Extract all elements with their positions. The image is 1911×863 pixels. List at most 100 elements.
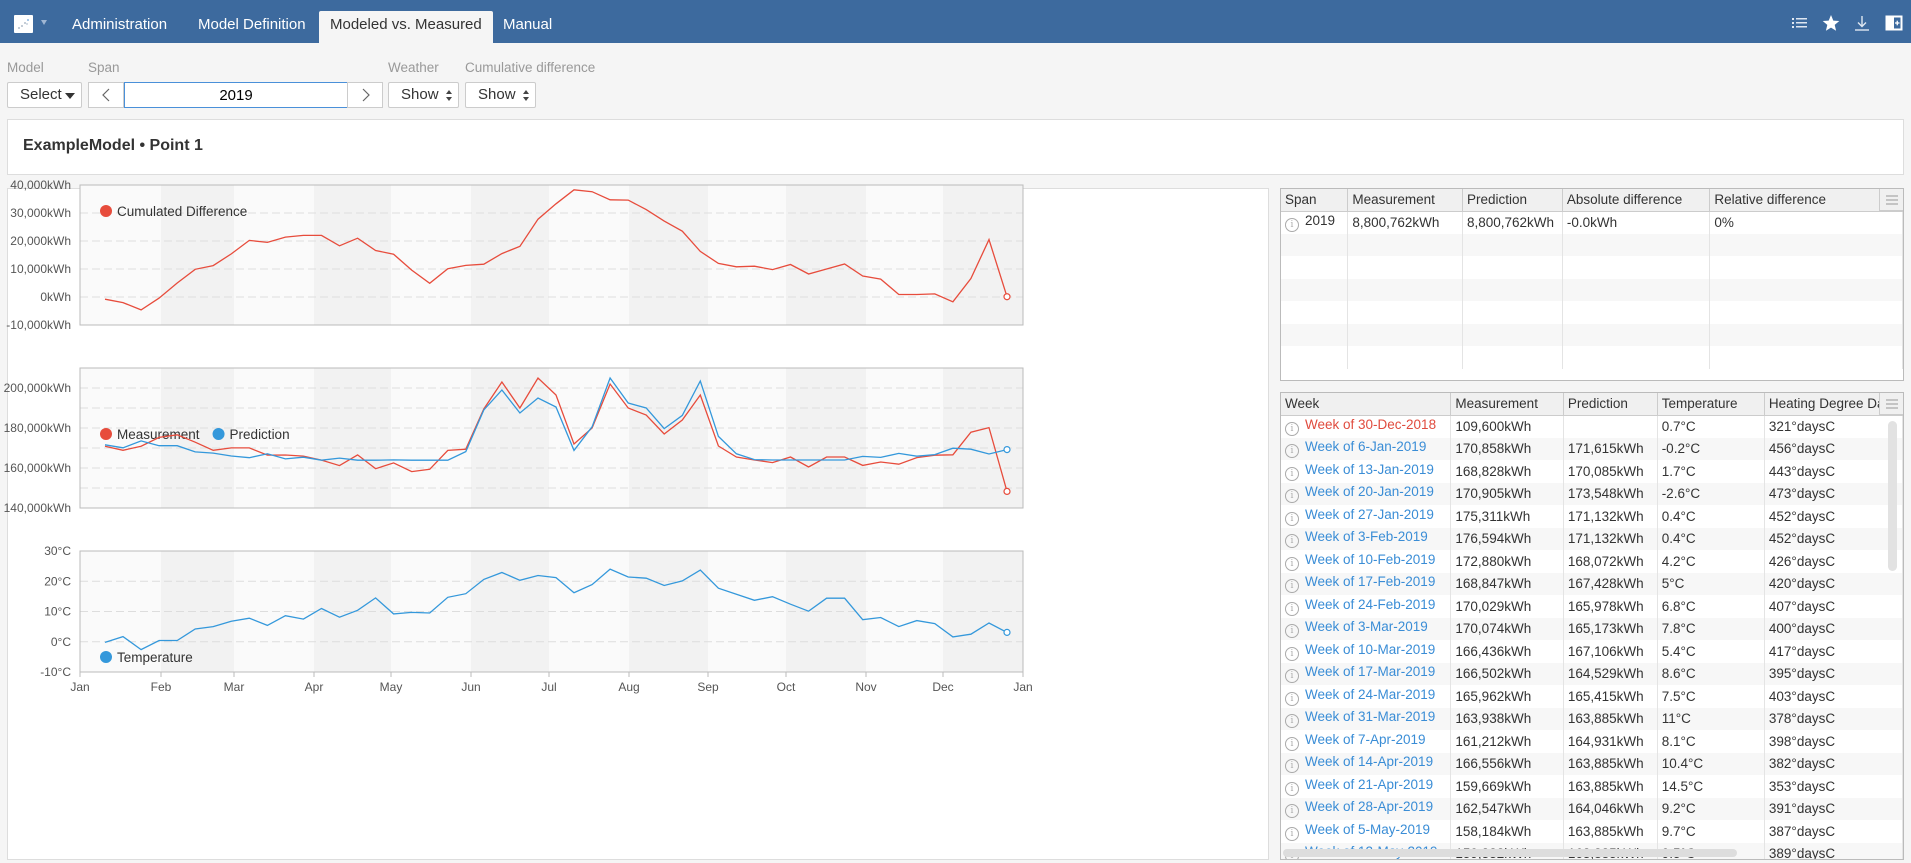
horizontal-scrollbar[interactable]: [1283, 849, 1737, 857]
column-header[interactable]: Week: [1281, 393, 1451, 415]
table-cell: 165,978kWh: [1563, 595, 1657, 618]
info-icon[interactable]: i: [1285, 827, 1299, 841]
week-link[interactable]: Week of 21-Apr-2019: [1305, 777, 1433, 792]
y-tick-label: 30°C: [44, 544, 71, 558]
table-cell: 0.4°C: [1657, 505, 1764, 528]
table-row[interactable]: iWeek of 30-Dec-2018109,600kWh0.7°C321°d…: [1281, 415, 1903, 438]
list-icon[interactable]: [1791, 14, 1809, 32]
table-row[interactable]: iWeek of 7-Apr-2019161,212kWh164,931kWh8…: [1281, 730, 1903, 753]
week-link[interactable]: Week of 30-Dec-2018: [1305, 417, 1436, 432]
table-cell: [1462, 256, 1562, 279]
table-row[interactable]: iWeek of 10-Mar-2019166,436kWh167,106kWh…: [1281, 640, 1903, 663]
week-link[interactable]: Week of 17-Feb-2019: [1305, 574, 1435, 589]
cell-value: 10.4°C: [1662, 756, 1703, 771]
star-icon[interactable]: [1822, 14, 1840, 32]
week-link[interactable]: Week of 10-Feb-2019: [1305, 552, 1435, 567]
week-link[interactable]: Week of 14-Apr-2019: [1305, 754, 1433, 769]
info-icon[interactable]: i: [1285, 467, 1299, 481]
week-link[interactable]: Week of 27-Jan-2019: [1305, 507, 1434, 522]
week-link[interactable]: Week of 10-Mar-2019: [1305, 642, 1435, 657]
info-icon[interactable]: i: [1285, 489, 1299, 503]
column-header[interactable]: Measurement: [1348, 189, 1463, 211]
column-header[interactable]: Absolute difference: [1562, 189, 1710, 211]
week-link[interactable]: Week of 13-Jan-2019: [1305, 462, 1434, 477]
week-link[interactable]: Week of 17-Mar-2019: [1305, 664, 1435, 679]
table-row[interactable]: iWeek of 24-Mar-2019165,962kWh165,415kWh…: [1281, 685, 1903, 708]
cell-value: 452°daysC: [1769, 509, 1835, 524]
table-row[interactable]: iWeek of 17-Feb-2019168,847kWh167,428kWh…: [1281, 573, 1903, 596]
table-cell: 170,085kWh: [1563, 460, 1657, 483]
table-row[interactable]: iWeek of 13-Jan-2019168,828kWh170,085kWh…: [1281, 460, 1903, 483]
info-icon[interactable]: i: [1285, 422, 1299, 436]
table-row[interactable]: iWeek of 14-Apr-2019166,556kWh163,885kWh…: [1281, 753, 1903, 776]
table-row[interactable]: i20198,800,762kWh8,800,762kWh-0.0kWh0%: [1281, 211, 1903, 234]
download-icon[interactable]: [1853, 14, 1871, 32]
info-icon[interactable]: i: [1285, 579, 1299, 593]
column-header[interactable]: Prediction: [1462, 189, 1562, 211]
table-row[interactable]: iWeek of 20-Jan-2019170,905kWh173,548kWh…: [1281, 483, 1903, 506]
cell-value: 9.2°C: [1662, 801, 1696, 816]
summary-table-menu-icon[interactable]: [1879, 189, 1903, 211]
table-row[interactable]: iWeek of 6-Jan-2019170,858kWh171,615kWh-…: [1281, 438, 1903, 461]
cell-value: 2019: [1305, 213, 1335, 228]
info-icon[interactable]: i: [1285, 602, 1299, 616]
info-icon[interactable]: i: [1285, 737, 1299, 751]
week-link[interactable]: Week of 6-Jan-2019: [1305, 439, 1426, 454]
cell-value: 171,615kWh: [1568, 441, 1644, 456]
info-icon[interactable]: i: [1285, 804, 1299, 818]
table-row[interactable]: iWeek of 28-Apr-2019162,547kWh164,046kWh…: [1281, 798, 1903, 821]
week-link[interactable]: Week of 31-Mar-2019: [1305, 709, 1435, 724]
month-band: [629, 185, 708, 325]
week-link[interactable]: Week of 7-Apr-2019: [1305, 732, 1426, 747]
table-cell: 166,436kWh: [1451, 640, 1563, 663]
table-cell: i Week of 24-Feb-2019: [1281, 595, 1451, 618]
info-icon[interactable]: i: [1285, 759, 1299, 773]
table-cell: [1348, 301, 1463, 324]
cell-value: -0.0kWh: [1567, 215, 1617, 230]
info-icon[interactable]: i: [1285, 782, 1299, 796]
week-link[interactable]: Week of 3-Mar-2019: [1305, 619, 1428, 634]
table-row[interactable]: iWeek of 31-Mar-2019163,938kWh163,885kWh…: [1281, 708, 1903, 731]
vertical-scrollbar[interactable]: [1888, 421, 1897, 571]
info-icon[interactable]: i: [1285, 444, 1299, 458]
cell-value: 0.4°C: [1662, 509, 1696, 524]
week-link[interactable]: Week of 24-Mar-2019: [1305, 687, 1435, 702]
y-tick-label: -10°C: [40, 665, 71, 679]
table-row[interactable]: iWeek of 5-May-2019158,184kWh163,885kWh9…: [1281, 820, 1903, 843]
table-cell: 456°daysC: [1764, 438, 1902, 461]
info-icon[interactable]: i: [1285, 512, 1299, 526]
table-row[interactable]: iWeek of 10-Feb-2019172,880kWh168,072kWh…: [1281, 550, 1903, 573]
info-icon[interactable]: i: [1285, 714, 1299, 728]
column-header[interactable]: Prediction: [1563, 393, 1657, 415]
table-cell: [1562, 279, 1710, 302]
panel-add-icon[interactable]: [1885, 14, 1903, 32]
info-icon[interactable]: i: [1285, 218, 1299, 232]
weekly-table-menu-icon[interactable]: [1879, 393, 1903, 415]
info-icon[interactable]: i: [1285, 692, 1299, 706]
week-link[interactable]: Week of 5-May-2019: [1305, 822, 1430, 837]
week-link[interactable]: Week of 28-Apr-2019: [1305, 799, 1433, 814]
column-header[interactable]: Measurement: [1451, 393, 1563, 415]
table-row[interactable]: iWeek of 27-Jan-2019175,311kWh171,132kWh…: [1281, 505, 1903, 528]
column-header[interactable]: Span: [1281, 189, 1348, 211]
table-row[interactable]: iWeek of 3-Mar-2019170,074kWh165,173kWh7…: [1281, 618, 1903, 641]
table-cell: 163,885kWh: [1563, 708, 1657, 731]
week-link[interactable]: Week of 20-Jan-2019: [1305, 484, 1434, 499]
table-row[interactable]: iWeek of 21-Apr-2019159,669kWh163,885kWh…: [1281, 775, 1903, 798]
column-header[interactable]: Relative difference: [1710, 189, 1903, 211]
cell-value: 171,132kWh: [1568, 509, 1644, 524]
table-row[interactable]: iWeek of 17-Mar-2019166,502kWh164,529kWh…: [1281, 663, 1903, 686]
info-icon[interactable]: i: [1285, 669, 1299, 683]
info-icon[interactable]: i: [1285, 624, 1299, 638]
week-link[interactable]: Week of 24-Feb-2019: [1305, 597, 1435, 612]
week-link[interactable]: Week of 3-Feb-2019: [1305, 529, 1428, 544]
table-cell: 378°daysC: [1764, 708, 1902, 731]
legend-label: Prediction: [230, 427, 290, 442]
info-icon[interactable]: i: [1285, 534, 1299, 548]
info-icon[interactable]: i: [1285, 557, 1299, 571]
column-header[interactable]: Temperature: [1657, 393, 1764, 415]
table-row[interactable]: iWeek of 3-Feb-2019176,594kWh171,132kWh0…: [1281, 528, 1903, 551]
info-icon[interactable]: i: [1285, 647, 1299, 661]
table-row[interactable]: iWeek of 24-Feb-2019170,029kWh165,978kWh…: [1281, 595, 1903, 618]
x-tick-label: Jun: [461, 680, 480, 694]
